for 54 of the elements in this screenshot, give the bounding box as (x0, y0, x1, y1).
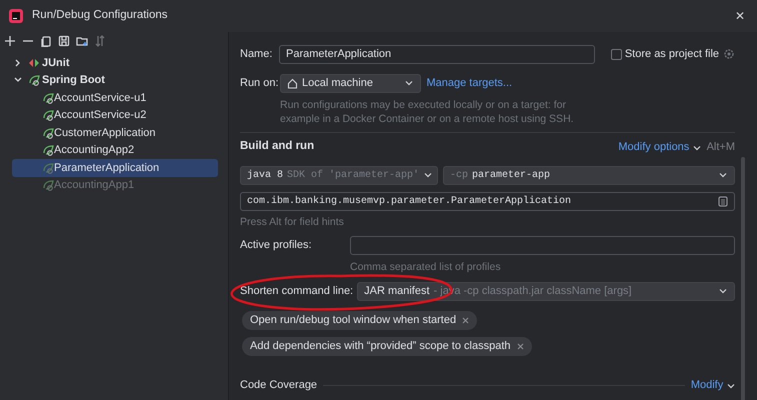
name-field[interactable]: ParameterApplication (279, 44, 595, 64)
test-icon (28, 56, 40, 69)
folder-add-icon[interactable] (76, 35, 88, 47)
spring-run-icon (42, 144, 54, 156)
name-label: Name: (240, 46, 274, 62)
home-icon (287, 78, 298, 88)
chevron-down-icon (718, 286, 728, 296)
spring-icon (28, 74, 40, 86)
run-on-dropdown[interactable]: Local machine (280, 74, 421, 92)
tree-item[interactable]: AccountingApp2 (0, 142, 228, 159)
option-chip: Add dependencies with “provided” scope to classpath (242, 336, 532, 356)
spring-run-icon (42, 92, 54, 104)
scrollbar[interactable] (741, 157, 745, 400)
browse-icon[interactable] (718, 196, 728, 206)
manage-targets-link[interactable]: Manage targets... (426, 74, 512, 92)
save-icon[interactable] (58, 35, 70, 47)
selected-tree-item[interactable]: ParameterApplication (12, 159, 218, 176)
field-hint: Press Alt for field hints (240, 215, 345, 229)
jre-dropdown[interactable]: java 8 SDK of 'parameter-app' (240, 166, 438, 184)
option-chip: Open run/debug tool window when started (242, 310, 478, 330)
settings-icon[interactable] (723, 48, 735, 60)
close-button[interactable]: ✕ (731, 7, 749, 25)
chevron-down-icon (718, 170, 728, 180)
shortcut-hint: Alt+M (706, 140, 735, 155)
modify-options-link[interactable]: Modify options (618, 138, 702, 156)
tree-item[interactable]: AccountService-u1 (0, 89, 228, 106)
spring-run-icon (42, 109, 54, 122)
app-logo-icon (8, 8, 24, 24)
remove-option-icon[interactable] (516, 342, 524, 350)
spring-run-icon (42, 126, 54, 139)
tree-item[interactable]: CustomerApplication (0, 124, 228, 142)
active-profiles-label: Active profiles: (240, 238, 313, 253)
chevron-down-icon (423, 170, 434, 180)
window-title: Run/Debug Configurations (32, 8, 168, 24)
active-profiles-field[interactable] (350, 236, 735, 254)
tree-group-label[interactable]: Spring Boot (42, 72, 105, 88)
run-on-label: Run on: (240, 76, 280, 91)
section-title: Code Coverage (240, 378, 318, 393)
section-title: Build and run (240, 139, 314, 154)
copy-icon[interactable] (40, 35, 52, 47)
tree-group-label[interactable]: JUnit (42, 54, 70, 71)
main-class-field[interactable]: com.ibm.banking.musemvp.parameter.ParameterApplication (240, 192, 735, 210)
spring-run-icon (42, 179, 54, 192)
add-icon[interactable] (4, 35, 16, 47)
profiles-hint: Comma separated list of profiles (350, 260, 502, 274)
shorten-command-line-label: Shorten command line: (240, 284, 354, 299)
modify-link[interactable]: Modify (690, 376, 735, 394)
classpath-dropdown[interactable]: -cp parameter-app (443, 166, 735, 184)
store-as-project-file-checkbox[interactable]: Store as project file (611, 46, 719, 62)
remove-option-icon[interactable] (462, 316, 470, 324)
spring-run-icon (42, 162, 54, 174)
tree-item[interactable]: AccountService-u2 (0, 106, 228, 124)
chevron-down-icon (404, 78, 414, 88)
run-on-hint: Run configurations may be executed locally or on a target: for example in a Docker Container or on a remote host using SSH. (280, 98, 575, 126)
